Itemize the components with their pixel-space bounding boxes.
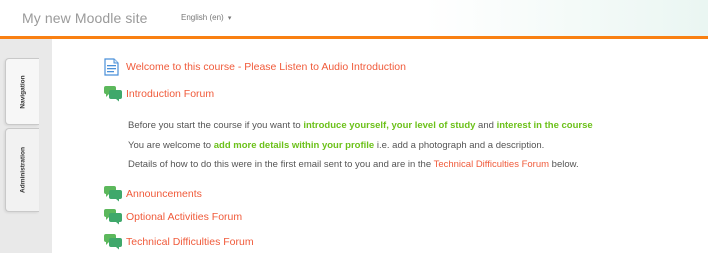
activity-link[interactable]: Optional Activities Forum	[126, 211, 242, 223]
description-text: Details of how to do this were in the fi…	[128, 159, 434, 170]
technical-difficulties-link[interactable]: Technical Difficulties Forum	[434, 159, 549, 170]
description-text: and	[475, 120, 497, 131]
header-accent-bar	[0, 36, 708, 39]
description-text: Before you start the course if you want …	[128, 120, 304, 131]
description-text: below.	[549, 159, 579, 170]
description-line-2: You are welcome to add more details with…	[128, 140, 544, 151]
activity-link[interactable]: Welcome to this course - Please Listen t…	[126, 61, 406, 73]
forum-icon	[104, 186, 122, 202]
highlight-text: introduce yourself, your level of study	[303, 120, 476, 131]
description-text: i.e. add a photograph and a description.	[374, 140, 545, 151]
site-title[interactable]: My new Moodle site	[22, 10, 148, 26]
chevron-down-icon: ▾	[227, 15, 232, 22]
description-text: You are welcome to	[128, 140, 214, 151]
language-label: English (en)	[181, 13, 224, 22]
forum-icon	[104, 234, 122, 250]
forum-icon	[104, 86, 122, 102]
description-line-3: Details of how to do this were in the fi…	[128, 159, 579, 170]
activity-link[interactable]: Introduction Forum	[126, 88, 214, 100]
activity-link[interactable]: Technical Difficulties Forum	[126, 236, 254, 248]
activity-link[interactable]: Announcements	[126, 188, 202, 200]
description-line-1: Before you start the course if you want …	[128, 120, 593, 131]
page-icon	[104, 58, 119, 76]
dock-tab-navigation[interactable]: Navigation	[5, 58, 39, 125]
highlight-text: add more details within your profile	[213, 140, 375, 151]
dock-tab-administration[interactable]: Administration	[5, 128, 39, 212]
dock-tab-label: Administration	[19, 147, 26, 193]
highlight-text: interest in the course	[496, 120, 593, 131]
forum-icon	[104, 209, 122, 225]
language-menu[interactable]: English (en) ▾	[181, 13, 231, 22]
dock-tab-label: Navigation	[19, 74, 26, 109]
header: My new Moodle site English (en) ▾	[0, 0, 708, 36]
